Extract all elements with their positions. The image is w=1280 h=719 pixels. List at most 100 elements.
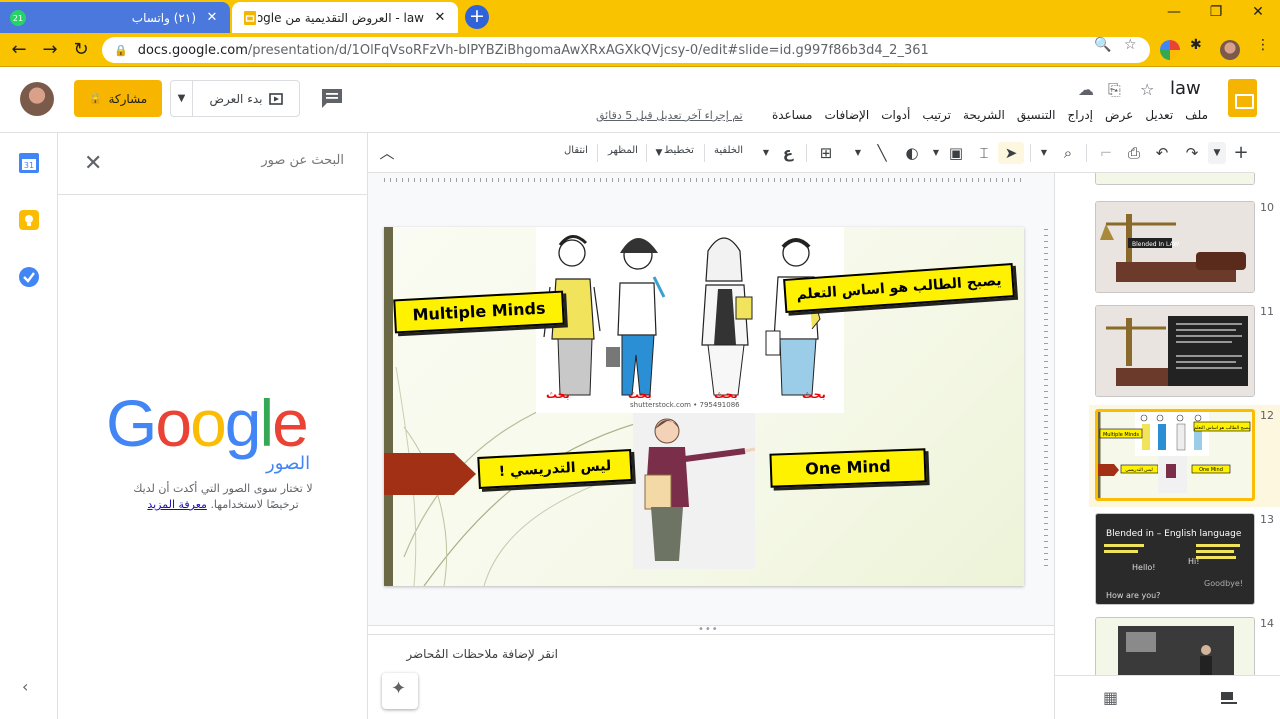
thumb13-image: Blended in – English language Hello! Hi!… (1096, 514, 1254, 604)
text-box-icon[interactable]: ⌶ (972, 142, 996, 164)
menu-edit[interactable]: تعديل (1145, 108, 1173, 122)
speaker-notes-placeholder[interactable]: انقر لإضافة ملاحظات المُحاضر (398, 647, 558, 661)
slide-thumbnail-selected[interactable]: يصبح الطالب هو اساس التعلم Multiple Mind… (1095, 409, 1255, 501)
zoom-dropdown-icon[interactable]: ▼ (1038, 142, 1050, 164)
avatar[interactable] (20, 82, 54, 116)
grid-view-icon[interactable]: ▦ (1103, 688, 1118, 707)
thumb13-title: Blended in – English language (1106, 529, 1242, 539)
cloud-saved-icon[interactable]: ☁ (1078, 80, 1094, 99)
tasks-icon[interactable] (19, 267, 39, 287)
layout-dropdown-icon[interactable]: ▼ (654, 142, 664, 164)
share-label: مشاركة (108, 91, 148, 106)
comments-icon[interactable] (320, 87, 344, 109)
share-button[interactable]: 🔒 مشاركة (74, 80, 162, 117)
learn-more-link[interactable]: معرفة المزيد (147, 498, 207, 511)
input-tools-icon[interactable]: ع (776, 142, 800, 164)
slide-thumbnail[interactable]: Blended in – English language Hello! Hi!… (1095, 513, 1255, 605)
transition-button[interactable]: انتقال (564, 145, 588, 156)
slide-thumbnail[interactable]: Blended In LAW (1095, 201, 1255, 293)
toolbar-separator (646, 144, 647, 162)
bookmark-star-icon[interactable]: ☆ (1124, 37, 1137, 53)
menu-arrange[interactable]: ترتيب (922, 108, 951, 122)
calendar-icon[interactable]: 31 (19, 153, 39, 173)
whatsapp-icon: 21 (10, 9, 26, 26)
redo-icon[interactable]: ↷ (1180, 142, 1204, 164)
slide-thumbnail[interactable] (1095, 173, 1255, 185)
reload-icon[interactable]: ↻ (68, 37, 94, 63)
menu-format[interactable]: التنسيق (1017, 108, 1056, 122)
zoom-icon[interactable]: 🔍 (1094, 37, 1111, 53)
menu-addons[interactable]: الإضافات (824, 108, 869, 122)
back-icon[interactable]: ← (6, 37, 32, 63)
minimize-button[interactable]: — (1154, 4, 1194, 26)
filmstrip-glyph (1221, 692, 1237, 704)
callout-one-mind[interactable]: One Mind (769, 448, 927, 488)
tab-title: law - العروض التقديمية من Google (258, 10, 424, 25)
star-icon[interactable]: ☆ (1140, 80, 1154, 99)
tab-close-icon[interactable]: ✕ (432, 10, 448, 25)
thumb10-label: Blended In LAW (1132, 241, 1179, 248)
slide-thumbnail[interactable] (1095, 305, 1255, 397)
menu-bar: ملف تعديل عرض إدراج التنسيق الشريحة ترتي… (772, 108, 1208, 122)
vertical-ruler (1044, 229, 1050, 569)
background-button[interactable]: الخلفية (714, 145, 743, 156)
input-tools-dropdown-icon[interactable]: ▼ (760, 142, 772, 164)
collapse-chevron-icon[interactable]: ‹ (22, 677, 28, 696)
image-search-header: ✕ (58, 133, 368, 195)
address-bar[interactable]: 🔒 docs.google.com/presentation/d/1OlFqVs… (102, 37, 1150, 63)
menu-slide[interactable]: الشريحة (963, 108, 1005, 122)
browser-menu-icon[interactable]: ⋮ (1256, 37, 1270, 53)
image-dropdown-icon[interactable]: ▼ (930, 142, 942, 164)
image-search-input[interactable] (138, 153, 344, 168)
menu-help[interactable]: مساعدة (772, 108, 813, 122)
undo-icon[interactable]: ↶ (1150, 142, 1174, 164)
tab-slides[interactable]: law - العروض التقديمية من Google ✕ (232, 2, 458, 33)
line-dropdown-icon[interactable]: ▼ (852, 142, 864, 164)
print-icon[interactable]: ⎙ (1122, 142, 1146, 164)
url-path: /presentation/d/1OlFqVsoRFzVh-bIPYBZiBhg… (247, 42, 929, 58)
theme-button[interactable]: المظهر (608, 145, 638, 156)
puzzle-extensions-icon[interactable]: ✱ (1190, 37, 1202, 53)
keep-icon[interactable] (19, 210, 39, 230)
slide-number: 10 (1260, 201, 1274, 214)
close-icon[interactable]: ✕ (84, 151, 102, 176)
maximize-button[interactable]: ❐ (1196, 4, 1236, 26)
paint-format-icon[interactable]: ⌐ (1094, 142, 1118, 164)
image-icon[interactable]: ▣ (944, 142, 968, 164)
menu-insert[interactable]: إدراج (1067, 108, 1093, 122)
select-cursor-icon[interactable]: ➤ (998, 142, 1024, 164)
add-icon[interactable]: + (1230, 142, 1252, 164)
shape-icon[interactable]: ◐ (900, 142, 924, 164)
new-slide-dropdown-icon[interactable]: ▼ (1208, 142, 1226, 164)
move-to-folder-icon[interactable]: ⎘ (1108, 80, 1121, 100)
browser-tab-strip: 21 (٢١) واتساب ✕ law - العروض التقديمية … (0, 0, 1280, 33)
slides-home-icon[interactable] (1228, 79, 1257, 117)
slide-thumbnail[interactable] (1095, 617, 1255, 675)
menu-tools[interactable]: أدوات (881, 108, 910, 122)
teacher-drawing (644, 418, 756, 561)
slide-arrow-shape (384, 453, 476, 495)
new-slide-icon[interactable]: ⊞ (814, 142, 838, 164)
close-window-button[interactable]: ✕ (1238, 4, 1278, 26)
present-button[interactable]: بدء العرض (193, 92, 299, 106)
document-title[interactable]: law (1170, 78, 1201, 99)
toolbar-separator (806, 144, 807, 162)
speaker-notes[interactable]: انقر لإضافة ملاحظات المُحاضر (368, 634, 1054, 719)
profile-avatar[interactable] (1220, 40, 1240, 60)
last-edit-link[interactable]: تم إجراء آخر تعديل قبل 5 دقائق (596, 109, 743, 122)
slide-canvas[interactable]: بحث بحث بحث بحث shutterstock.com • 79549… (384, 227, 1024, 586)
zoom-icon[interactable]: ⌕ (1056, 142, 1080, 164)
explore-button[interactable] (382, 673, 418, 709)
tab-close-icon[interactable]: ✕ (204, 10, 220, 25)
line-icon[interactable]: ╲ (870, 142, 894, 164)
present-options-dropdown[interactable]: ▼ (171, 81, 193, 116)
forward-icon[interactable]: → (37, 37, 63, 63)
menu-file[interactable]: ملف (1185, 108, 1208, 122)
filmstrip-view-icon[interactable] (1217, 686, 1241, 710)
extension-icon[interactable] (1160, 40, 1180, 60)
hide-menus-chevron-icon[interactable]: ︿ (376, 142, 398, 164)
tab-whatsapp[interactable]: 21 (٢١) واتساب ✕ (0, 2, 230, 33)
menu-view[interactable]: عرض (1105, 108, 1133, 122)
layout-button[interactable]: تخطيط (664, 145, 694, 156)
new-tab-button[interactable]: + (465, 5, 489, 29)
